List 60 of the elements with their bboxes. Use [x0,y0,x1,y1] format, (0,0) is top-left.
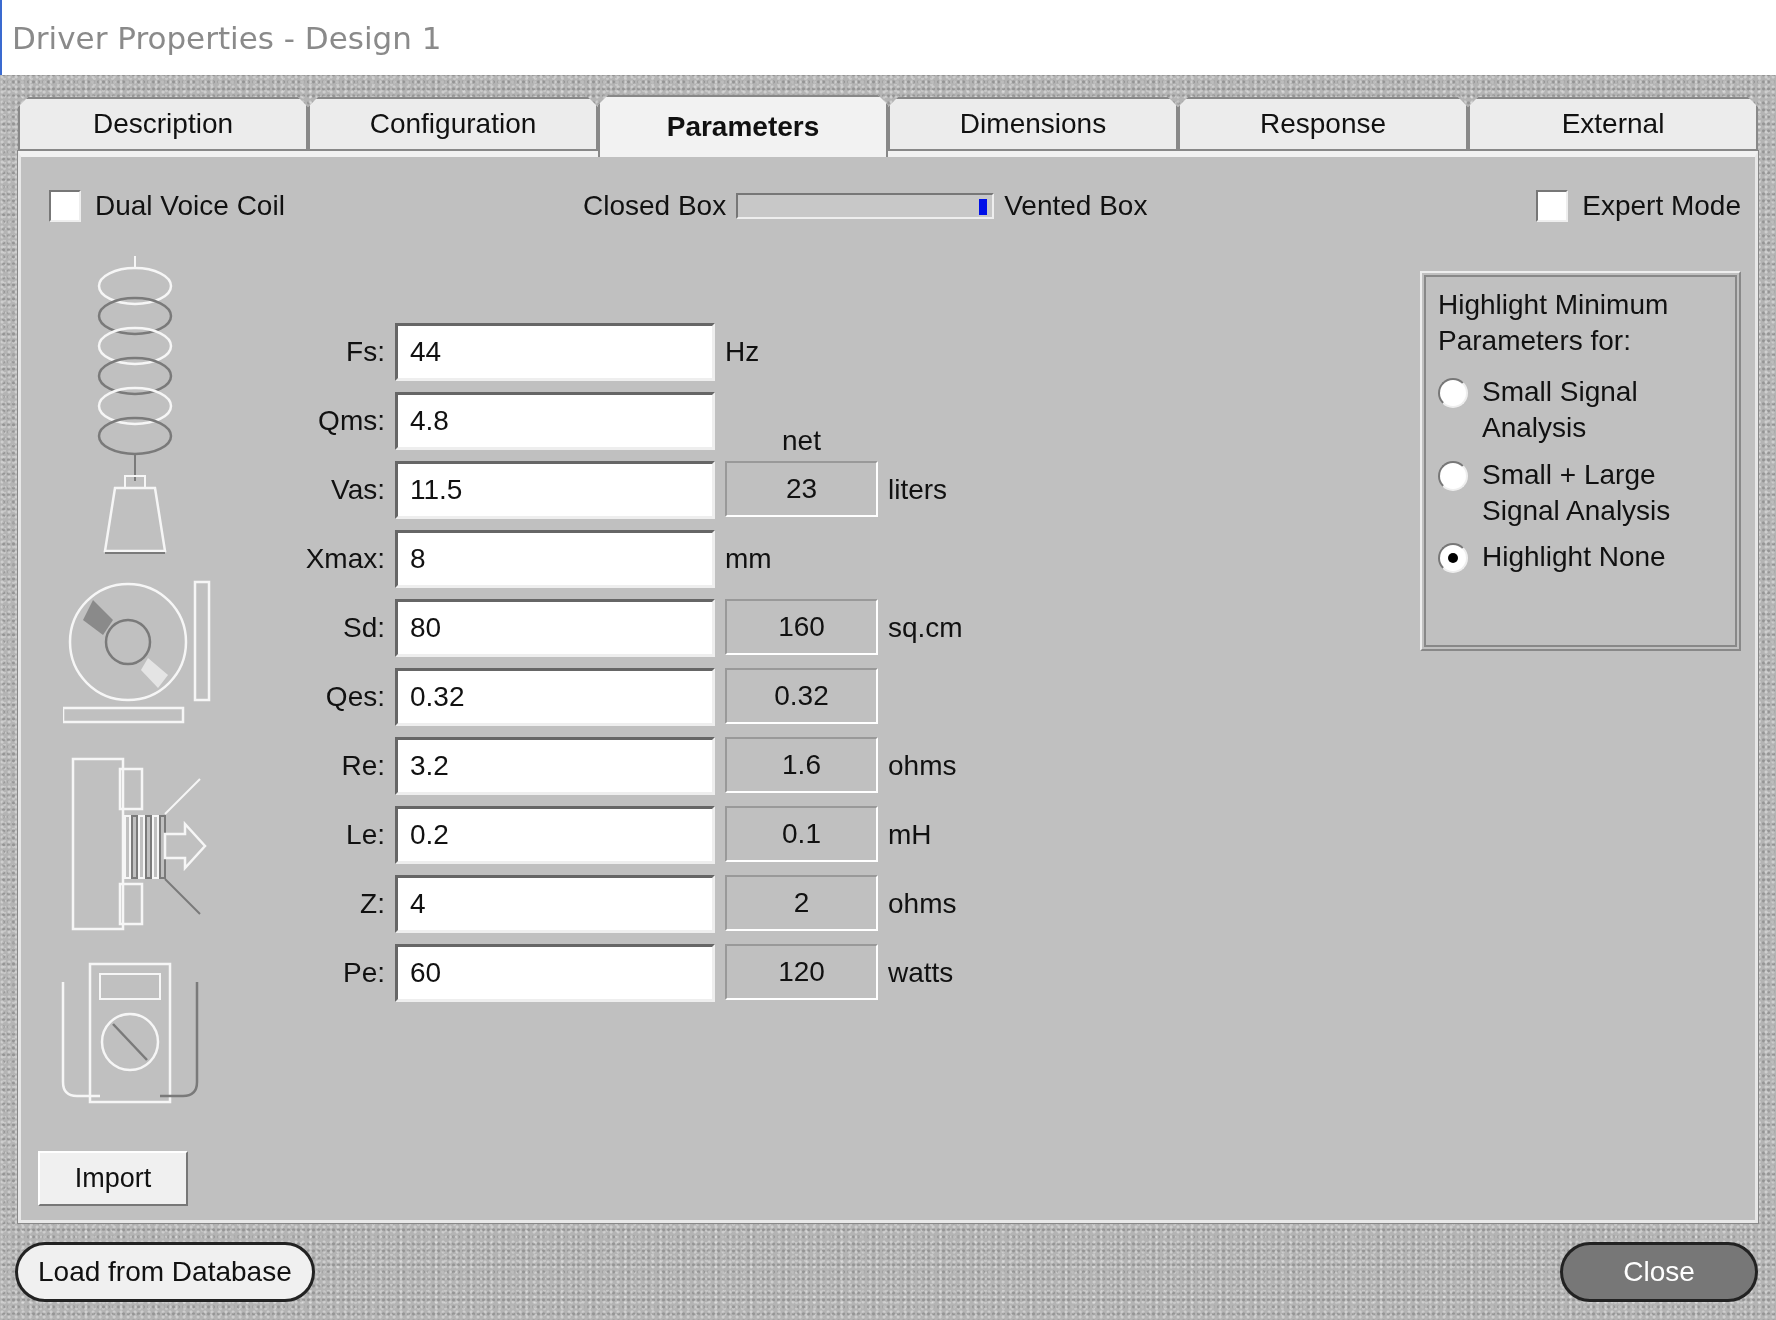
parameter-label: Fs: [345,336,385,368]
input-field[interactable]: 44 [395,323,715,381]
unit-label: Hz [725,336,761,368]
checkbox-label: Dual Voice Coil [95,190,285,222]
radio-label: Highlight None [1482,540,1666,575]
checkbox[interactable] [49,190,81,222]
parameter-label: Le: [345,819,385,851]
input-field[interactable]: 11.5 [395,461,715,519]
radio-button[interactable] [1438,543,1468,574]
parameter-label: Pe: [341,957,385,989]
tab[interactable]: External [1468,97,1758,151]
parameter-label: Qes: [324,681,385,713]
radio-label: Small + Large Signal Analysis [1482,457,1672,528]
slider-label: Vented Box [1004,190,1148,222]
import-button[interactable]: Import [38,1151,188,1206]
window-title: Driver Properties - Design 1 [12,19,442,56]
radio-label: Small Signal Analysis [1482,374,1639,446]
input-field[interactable]: 0.32 [395,668,715,726]
parameter-label: Xmax: [304,543,385,575]
radio-button[interactable] [1438,460,1468,491]
tab[interactable]: Parameters [598,95,888,157]
unit-label: ohms [888,750,958,782]
tab[interactable]: Dimensions [888,97,1178,151]
parameter-label: Z: [359,888,385,920]
parameter-label: Re: [340,750,385,782]
value-field: 0.32 [725,668,878,724]
value-field: 0.1 [725,806,878,862]
unit-label: watts [888,957,955,989]
input-field[interactable]: 80 [395,599,715,657]
parameter-label: Vas: [330,474,385,506]
value-field: 160 [725,599,878,655]
tab[interactable]: Response [1178,97,1468,151]
value-field: 2 [725,875,878,931]
tab[interactable]: Configuration [308,97,598,151]
input-field[interactable]: 3.2 [395,737,715,795]
input-field[interactable]: 60 [395,944,715,1002]
value-field: 1.6 [725,737,878,793]
unit-label: mm [725,543,773,575]
unit-label: liters [888,474,949,506]
group-title: Highlight Minimum Parameters for: [1438,288,1670,359]
column-heading: net [781,425,822,457]
slider-track[interactable] [736,193,995,219]
value-field: 120 [725,944,878,1000]
close-button[interactable]: Close [1560,1241,1758,1302]
checkbox[interactable] [1536,190,1569,222]
parameter-label: Sd: [341,612,385,644]
checkbox-label: Expert Mode [1582,190,1741,222]
input-field[interactable]: 0.2 [395,806,715,864]
load-button[interactable]: Load from Database [15,1241,315,1302]
input-field[interactable]: 8 [395,530,715,588]
slider-thumb[interactable] [979,199,988,215]
tab[interactable]: Description [18,97,308,151]
unit-label: ohms [888,888,958,920]
unit-label: sq.cm [888,612,963,644]
parameter-label: Qms: [317,405,385,437]
input-field[interactable]: 4.8 [395,392,715,450]
slider-label: Closed Box [583,190,727,222]
unit-label: mH [888,819,933,851]
radio-button[interactable] [1438,377,1468,408]
input-field[interactable]: 4 [395,875,715,933]
